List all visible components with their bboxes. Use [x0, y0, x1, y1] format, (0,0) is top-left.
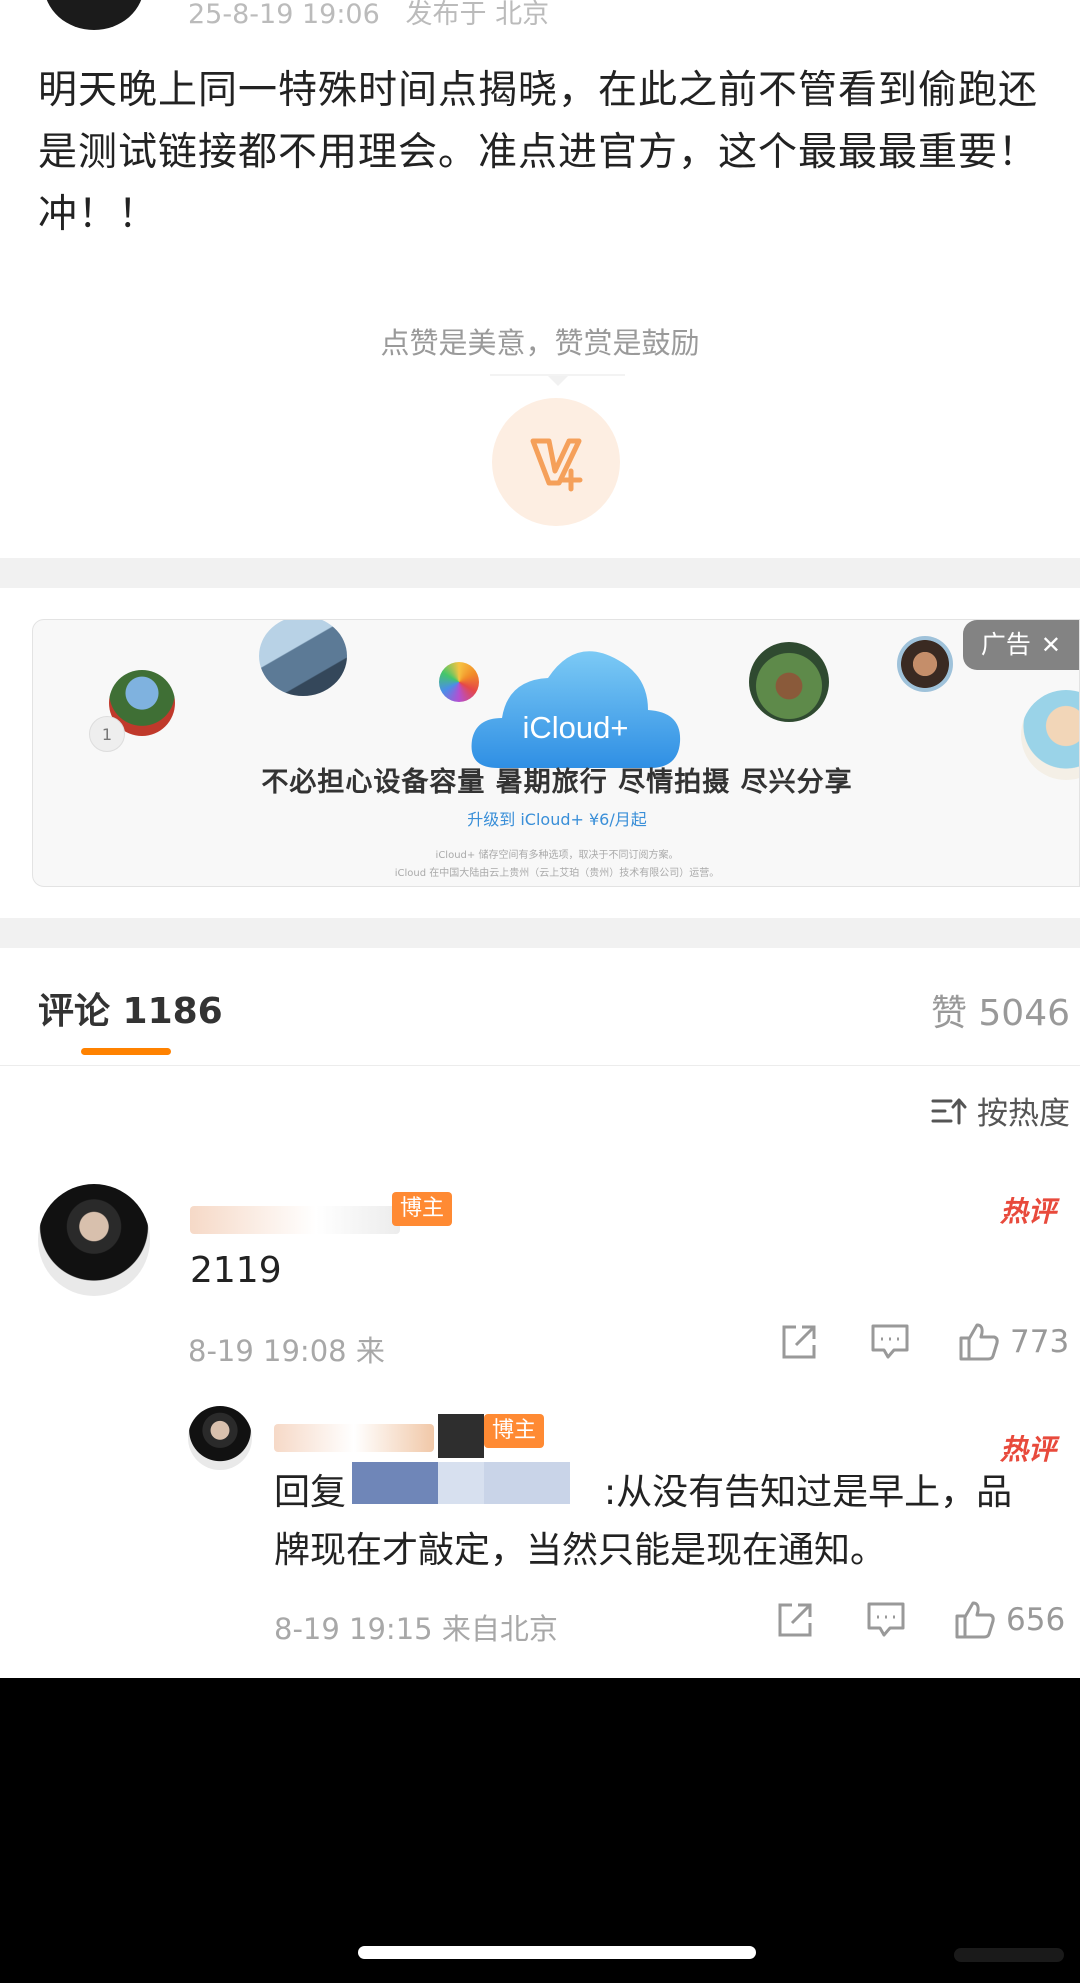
reply-prefix: 回复 [274, 1472, 347, 1513]
like-icon [955, 1601, 995, 1639]
comment-icon [871, 1324, 909, 1359]
comment-icon [867, 1602, 905, 1637]
share-button[interactable] [780, 1323, 818, 1361]
reward-v-icon [530, 438, 583, 492]
reward-tip: 点赞是美意，赞赏是鼓励 [380, 326, 700, 360]
comment-meta: 8-19 19:08 来 [188, 1334, 385, 1368]
redaction-block [438, 1414, 484, 1458]
like-button[interactable]: 773 [958, 1322, 1069, 1362]
redaction-block [484, 1462, 570, 1504]
tab-active-indicator [81, 1048, 171, 1055]
ad-count-badge: 1 [89, 716, 125, 752]
ad-card[interactable]: 1 iCloud+ 广告 ✕ 不必担心设备容量 暑期旅行 尽情拍摄 尽兴分享 升… [32, 619, 1080, 887]
reply-meta: 8-19 19:15 来自北京 [274, 1612, 558, 1646]
section-divider [0, 918, 1080, 948]
post-body: 明天晚上同一特殊时间点揭晓，在此之前不管看到偷跑还是测试链接都不用理会。准点进官… [38, 68, 1039, 237]
ad-photo-bubble [259, 620, 347, 696]
reply-text: :从没有告知过是早上，品 [604, 1472, 1013, 1513]
like-count: 773 [1010, 1324, 1070, 1360]
sort-button[interactable]: 按热度 [931, 1088, 1070, 1133]
ad-fineprint: iCloud 在中国大陆由云上贵州（云上艾珀（贵州）技术有限公司）运营。 [394, 868, 720, 879]
reward-button[interactable] [492, 398, 620, 526]
reply-actions: 656 [776, 1600, 1065, 1640]
reply-text-line2: 牌现在才敲定，当然只能是现在通知。 [274, 1530, 887, 1571]
post-meta: 25-8-19 19:06 发布于 北京 [188, 0, 549, 31]
ad-fineprint: iCloud+ 储存空间有多种选项，取决于不同订阅方案。 [435, 850, 679, 861]
reply-avatar[interactable] [188, 1406, 252, 1470]
post-location: 发布于 北京 [405, 0, 550, 30]
icloud-brand-label: iCloud+ [522, 710, 629, 745]
author-badge: 博主 [392, 1192, 453, 1226]
reward-pointer [548, 376, 568, 386]
ad-photo-bubble [749, 642, 829, 722]
hot-comment-badge: 热评 [999, 1433, 1056, 1466]
tab-likes[interactable]: 赞 5046 [931, 984, 1070, 1036]
post-time: 25-8-19 19:06 [188, 0, 380, 30]
comment-username[interactable] [190, 1206, 400, 1234]
section-divider [0, 558, 1080, 588]
sort-icon [931, 1098, 967, 1124]
like-icon [959, 1323, 999, 1361]
comment-button[interactable] [866, 1601, 906, 1639]
ad-subline[interactable]: 升级到 iCloud+ ¥6/月起 [33, 806, 1079, 830]
ad-tag[interactable]: 广告 ✕ [962, 620, 1079, 670]
screen: 25-8-19 19:06 发布于 北京 明天晚上同一特殊时间点揭晓，在此之前不… [0, 0, 1080, 1983]
comment-avatar[interactable] [38, 1184, 150, 1296]
ad-close-icon[interactable]: ✕ [1041, 631, 1061, 659]
like-button[interactable]: 656 [954, 1600, 1065, 1640]
author-badge: 博主 [484, 1414, 545, 1448]
tab-comments[interactable]: 评论 1186 [38, 982, 223, 1034]
ad-tag-label: 广告 [980, 630, 1031, 659]
ad-headline: 不必担心设备容量 暑期旅行 尽情拍摄 尽兴分享 [261, 767, 853, 798]
comment-tabs: 评论 1186 赞 5046 [0, 948, 1080, 1066]
share-icon [782, 1325, 816, 1359]
post-author-avatar[interactable] [44, 0, 144, 30]
ad-photo-bubble [897, 636, 953, 692]
hot-comment-badge: 热评 [999, 1195, 1056, 1228]
comment-button[interactable] [870, 1323, 910, 1361]
sort-label: 按热度 [977, 1096, 1070, 1132]
share-button[interactable] [776, 1601, 814, 1639]
redaction-block [438, 1462, 484, 1504]
comment-actions: 773 [780, 1322, 1069, 1362]
watermark-strip [954, 1948, 1064, 1962]
home-indicator[interactable] [358, 1946, 756, 1959]
icloud-logo: iCloud+ [468, 640, 683, 770]
reply-username[interactable] [274, 1424, 434, 1452]
content-area: 25-8-19 19:06 发布于 北京 明天晚上同一特殊时间点揭晓，在此之前不… [0, 0, 1080, 1678]
comment-text: 2119 [190, 1250, 282, 1291]
share-icon [778, 1603, 812, 1637]
redaction-block [352, 1462, 438, 1504]
like-count: 656 [1006, 1602, 1066, 1638]
